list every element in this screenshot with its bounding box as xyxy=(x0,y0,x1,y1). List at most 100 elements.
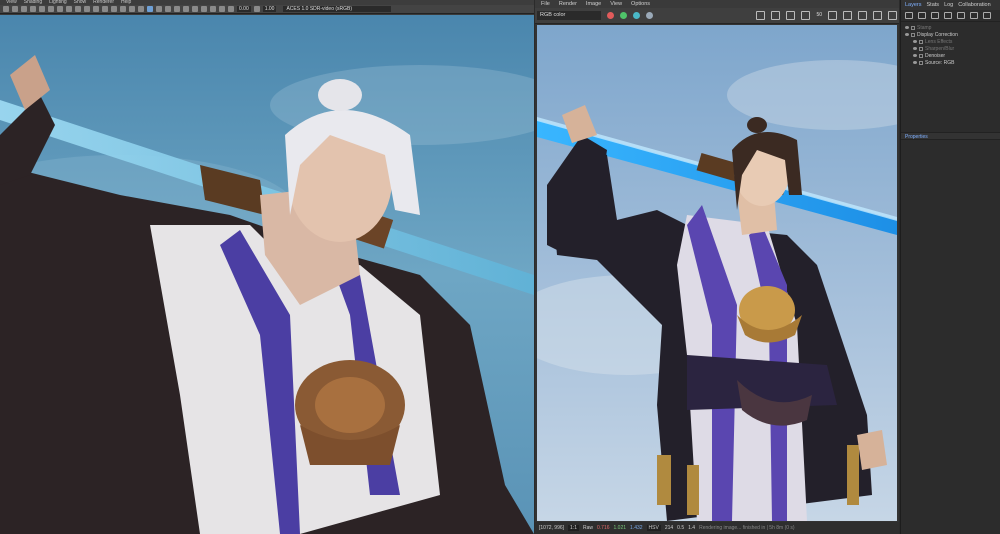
motion-blur-icon[interactable] xyxy=(174,6,180,12)
tab-layers[interactable]: Layers xyxy=(905,0,922,10)
tab-collaboration[interactable]: Collaboration xyxy=(958,0,990,10)
stop-render-icon[interactable] xyxy=(873,11,882,20)
region-icon[interactable] xyxy=(786,11,796,20)
alpha-channel-icon[interactable] xyxy=(646,12,653,19)
app-window: View Shading Lighting Show Renderer Help xyxy=(0,0,1000,534)
menu-file[interactable]: File xyxy=(541,0,550,8)
exposure-field[interactable]: 0.00 xyxy=(237,6,251,12)
filter-icon[interactable] xyxy=(931,12,939,19)
layer-label: Lens Effects xyxy=(925,38,953,45)
eye-icon[interactable] xyxy=(905,33,909,36)
viewport-scene-image xyxy=(0,15,534,534)
gamma-icon[interactable] xyxy=(253,6,260,12)
select-camera-icon[interactable] xyxy=(3,6,9,12)
redo-icon[interactable] xyxy=(983,12,991,19)
raw-mode[interactable]: Raw xyxy=(583,525,593,531)
undo-icon[interactable] xyxy=(970,12,978,19)
blue-channel-icon[interactable] xyxy=(633,12,640,19)
layer-list-icon[interactable] xyxy=(957,12,965,19)
render-icon[interactable] xyxy=(858,11,867,20)
ambient-occlusion-icon[interactable] xyxy=(165,6,171,12)
compare-icon[interactable] xyxy=(801,11,811,20)
camera-attributes-icon[interactable] xyxy=(12,6,18,12)
refresh-icon[interactable] xyxy=(888,11,897,20)
rendered-image xyxy=(537,25,897,521)
xray-joints-icon[interactable] xyxy=(219,6,225,12)
layer-item[interactable]: Source: RGB xyxy=(901,59,1000,66)
menu-image[interactable]: Image xyxy=(586,0,601,8)
eye-icon[interactable] xyxy=(913,54,917,57)
use-all-lights-icon[interactable] xyxy=(147,6,153,12)
xray-icon[interactable] xyxy=(210,6,216,12)
layer-item[interactable]: Sharpen/Blur xyxy=(901,45,1000,52)
checkbox-icon[interactable] xyxy=(911,32,915,37)
layer-item[interactable]: Stamp xyxy=(901,24,1000,31)
green-channel-icon[interactable] xyxy=(620,12,627,19)
smooth-shade-icon[interactable] xyxy=(111,6,117,12)
checkbox-icon[interactable] xyxy=(919,39,923,44)
layer-label: Stamp xyxy=(917,24,932,31)
snapshot-icon[interactable] xyxy=(843,11,852,20)
menu-options[interactable]: Options xyxy=(631,0,650,8)
blue-value: 1.432 xyxy=(630,525,643,531)
render-canvas[interactable] xyxy=(537,25,897,521)
film-gate-icon[interactable] xyxy=(48,6,54,12)
red-channel-icon[interactable] xyxy=(607,12,614,19)
image-plane-icon[interactable] xyxy=(30,6,36,12)
ipr-icon[interactable] xyxy=(828,11,837,20)
isolate-select-icon[interactable] xyxy=(201,6,207,12)
checkbox-icon[interactable] xyxy=(919,46,923,51)
safe-action-icon[interactable] xyxy=(84,6,90,12)
layer-item[interactable]: Denoiser xyxy=(901,52,1000,59)
layer-item[interactable]: Lens Effects xyxy=(901,38,1000,45)
layer-item[interactable]: Display Correction xyxy=(901,31,1000,38)
wireframe-on-shaded-icon[interactable] xyxy=(129,6,135,12)
safe-title-icon[interactable] xyxy=(93,6,99,12)
pixel-coords: [1072, 996] xyxy=(539,525,565,531)
tab-log[interactable]: Log xyxy=(944,0,953,10)
properties-header[interactable]: Properties xyxy=(901,132,1000,140)
layer-effects-icon[interactable] xyxy=(918,12,926,19)
eye-icon[interactable] xyxy=(913,40,917,43)
field-chart-icon[interactable] xyxy=(75,6,81,12)
textured-icon[interactable] xyxy=(138,6,144,12)
save-preset-icon[interactable] xyxy=(944,12,952,19)
depth-of-field-icon[interactable] xyxy=(192,6,198,12)
resolution-gate-icon[interactable] xyxy=(57,6,63,12)
green-value: 1.021 xyxy=(613,525,627,531)
open-image-icon[interactable] xyxy=(771,11,781,20)
saturation-value: 0.5 xyxy=(677,525,685,531)
add-layer-icon[interactable] xyxy=(905,12,913,19)
grid-icon[interactable] xyxy=(39,6,45,12)
wireframe-icon[interactable] xyxy=(102,6,108,12)
color-space[interactable]: HSV xyxy=(646,525,661,531)
gamma-field[interactable]: 1.00 xyxy=(262,6,277,12)
color-transform-dropdown[interactable]: ACES 1.0 SDR-video (sRGB) xyxy=(283,6,392,12)
save-image-icon[interactable] xyxy=(756,11,766,20)
layer-label: Source: RGB xyxy=(925,59,955,66)
menu-view[interactable]: View xyxy=(610,0,622,8)
zoom-ratio[interactable]: 1:1 xyxy=(568,525,579,531)
checkbox-icon[interactable] xyxy=(919,53,923,58)
anti-aliasing-icon[interactable] xyxy=(183,6,189,12)
hue-value: 214 xyxy=(664,525,674,531)
layers-panel: Layers Stats Log Collaboration Stamp Dis xyxy=(900,0,1000,534)
bookmark-icon[interactable] xyxy=(21,6,27,12)
viewport-canvas[interactable] xyxy=(0,15,534,534)
zoom-value[interactable]: 50 xyxy=(816,11,822,20)
tab-stats[interactable]: Stats xyxy=(927,0,940,10)
xray-components-icon[interactable] xyxy=(228,6,234,12)
channel-select[interactable]: RGB color xyxy=(537,11,601,20)
gate-mask-icon[interactable] xyxy=(66,6,72,12)
default-material-icon[interactable] xyxy=(120,6,126,12)
viewport-panel: View Shading Lighting Show Renderer Help xyxy=(0,0,534,534)
render-status-bar: [1072, 996] 1:1 Raw 0.716 1.021 1.432 HS… xyxy=(535,522,899,534)
eye-icon[interactable] xyxy=(905,26,909,29)
red-value: 0.716 xyxy=(597,525,610,531)
menu-render[interactable]: Render xyxy=(559,0,577,8)
checkbox-icon[interactable] xyxy=(919,60,923,65)
eye-icon[interactable] xyxy=(913,47,917,50)
eye-icon[interactable] xyxy=(913,61,917,64)
shadows-icon[interactable] xyxy=(156,6,162,12)
checkbox-icon[interactable] xyxy=(911,25,915,30)
